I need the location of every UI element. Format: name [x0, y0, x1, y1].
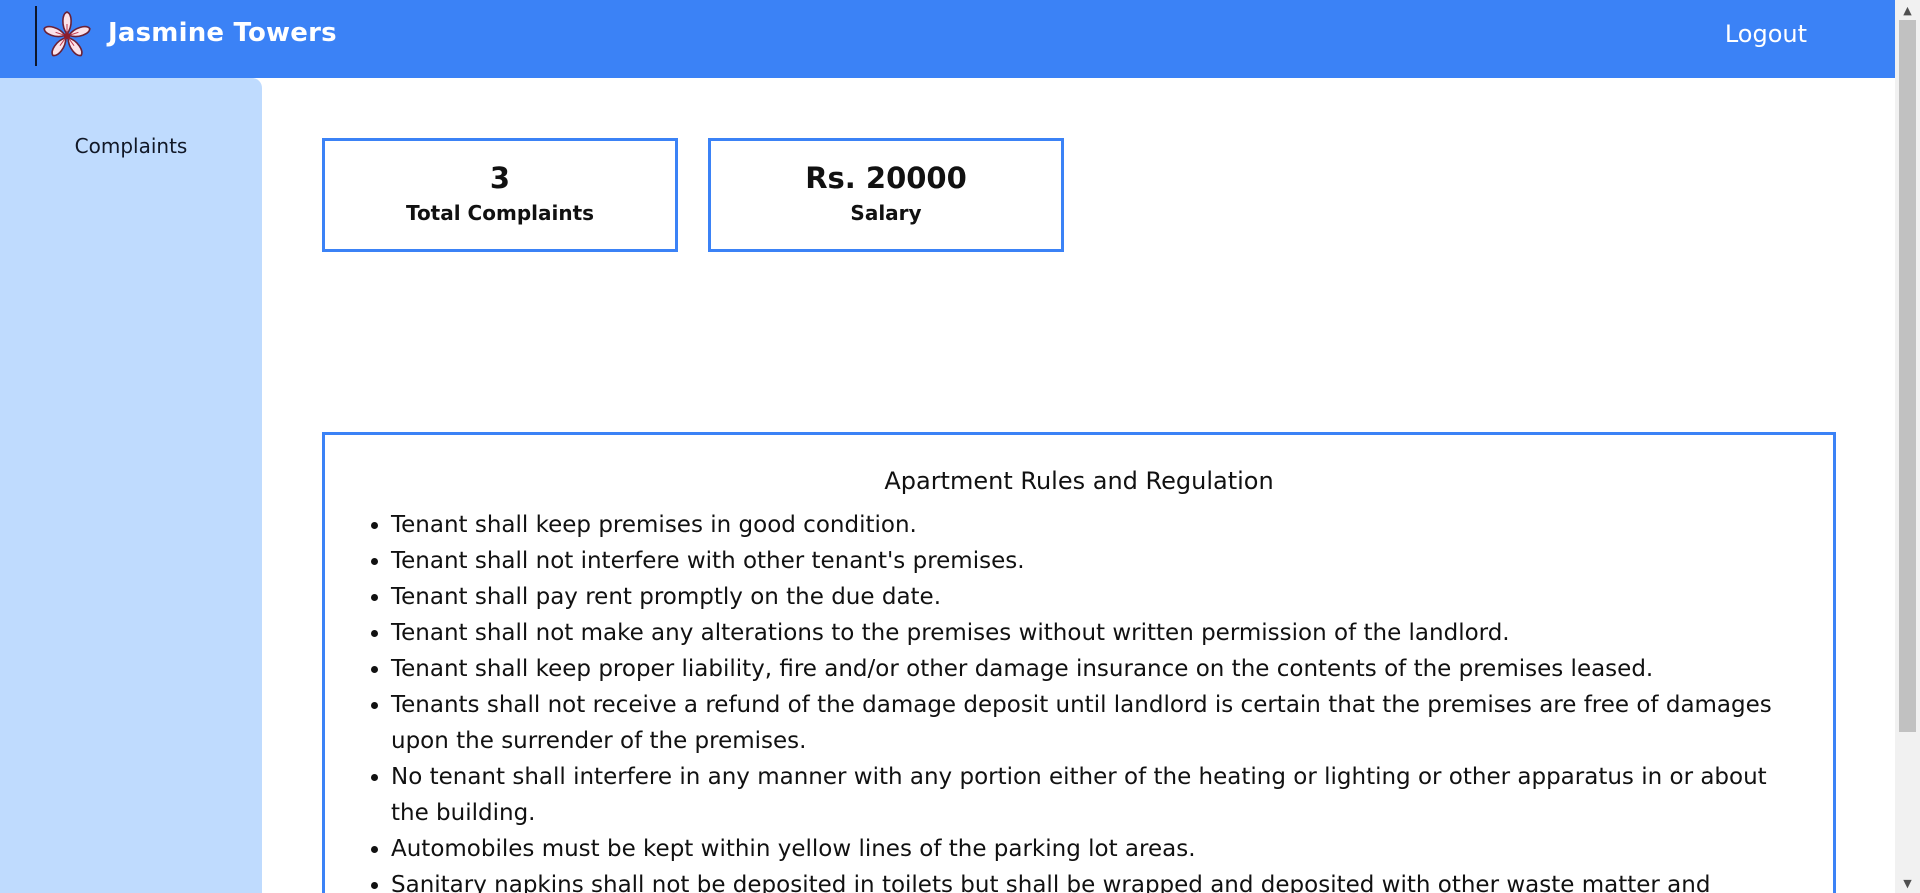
stat-value: Rs. 20000 — [805, 161, 967, 195]
brand-divider — [35, 6, 37, 66]
salary-card: Rs. 20000 Salary — [708, 138, 1064, 252]
logout-link[interactable]: Logout — [1725, 20, 1807, 48]
rule-item: Sanitary napkins shall not be deposited … — [391, 867, 1785, 893]
brand-name: Jasmine Towers — [108, 18, 337, 48]
rules-panel: Apartment Rules and Regulation Tenant sh… — [322, 432, 1836, 893]
stat-value: 3 — [489, 161, 511, 195]
rule-item: Tenant shall not make any alterations to… — [391, 615, 1785, 651]
scroll-up-arrow-icon[interactable]: ▲ — [1895, 0, 1920, 20]
rule-item: Tenant shall keep proper liability, fire… — [391, 651, 1785, 687]
page-scrollbar[interactable]: ▲ ▼ — [1895, 0, 1920, 893]
rule-item: Automobiles must be kept within yellow l… — [391, 831, 1785, 867]
rule-item: Tenant shall keep premises in good condi… — [391, 507, 1785, 543]
rule-item: Tenants shall not receive a refund of th… — [391, 687, 1785, 759]
sidebar: Complaints — [0, 78, 262, 893]
jasmine-flower-icon — [43, 11, 91, 57]
scroll-down-arrow-icon[interactable]: ▼ — [1895, 873, 1920, 893]
top-navbar: Jasmine Towers Logout — [0, 0, 1895, 78]
rules-list: Tenant shall keep premises in good condi… — [391, 507, 1785, 893]
total-complaints-card: 3 Total Complaints — [322, 138, 678, 252]
rule-item: Tenant shall not interfere with other te… — [391, 543, 1785, 579]
sidebar-item-complaints[interactable]: Complaints — [0, 134, 262, 158]
app-root: Jasmine Towers Logout Complaints 3 Total… — [0, 0, 1920, 893]
scrollbar-thumb[interactable] — [1899, 20, 1916, 732]
stat-label: Total Complaints — [405, 201, 595, 225]
rule-item: Tenant shall pay rent promptly on the du… — [391, 579, 1785, 615]
rule-item: No tenant shall interfere in any manner … — [391, 759, 1785, 831]
stat-label: Salary — [850, 201, 922, 225]
rules-title: Apartment Rules and Regulation — [884, 467, 1274, 495]
